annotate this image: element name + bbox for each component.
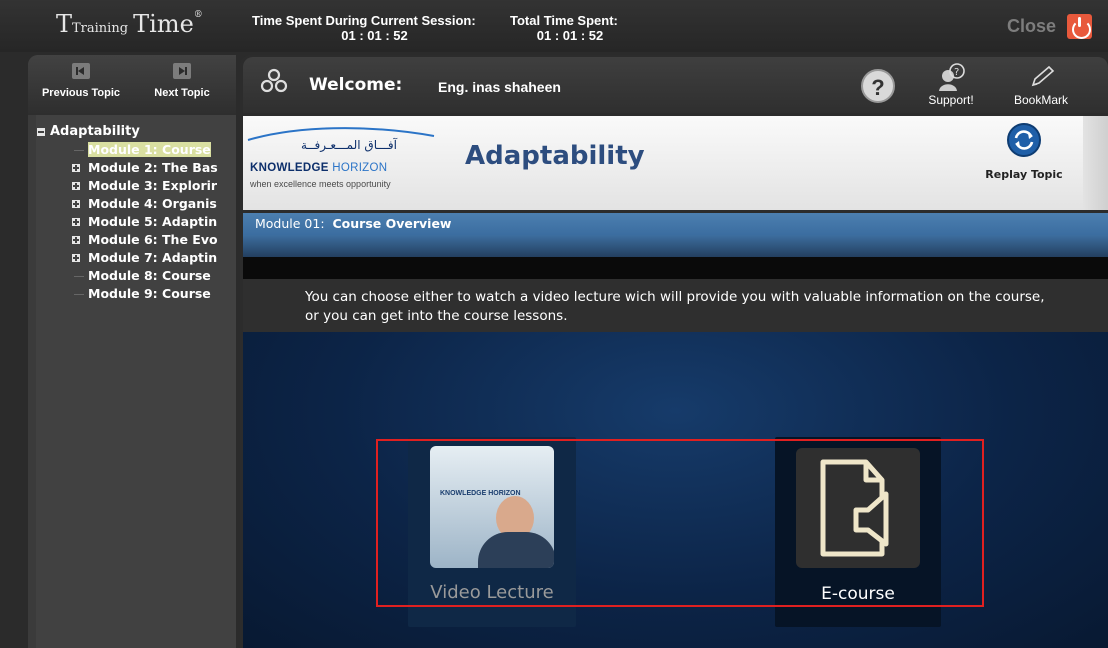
tree-item-module-4[interactable]: Module 4: Organis <box>36 195 236 213</box>
expand-icon[interactable] <box>72 236 80 244</box>
logo-time-text: Time <box>133 10 194 38</box>
knowledge-horizon-logo: آفـــاق المـــعـرفــة KNOWLEDGE HORIZON … <box>246 124 436 196</box>
logo-training-text: Training <box>72 21 129 36</box>
pencil-icon <box>1031 65 1055 87</box>
welcome-bar: Welcome: Eng. inas shaheen ? ? Support! … <box>243 57 1108 113</box>
support-icon: ? <box>939 63 965 91</box>
users-icon <box>260 68 288 93</box>
intro-text: You can choose either to watch a video l… <box>243 279 1108 332</box>
tree-item-label: Module 2: The Bas <box>88 160 218 175</box>
close-button[interactable]: Close <box>990 10 1100 44</box>
expand-icon[interactable] <box>72 200 80 208</box>
total-time-timer: Total Time Spent: 01 : 01 : 52 <box>510 13 630 43</box>
top-bar: TTraining Time® Time Spent During Curren… <box>0 0 1108 52</box>
current-session-value: 01 : 01 : 52 <box>341 28 408 43</box>
tree-item-label: Module 7: Adaptin <box>88 250 218 265</box>
replay-icon <box>1007 123 1041 157</box>
logo-tagline: when excellence meets opportunity <box>250 179 391 189</box>
welcome-label: Welcome: <box>309 75 403 95</box>
tree-item-module-6[interactable]: Module 6: The Evo <box>36 231 236 249</box>
training-time-logo: TTraining Time® <box>56 10 203 38</box>
user-name: Eng. inas shaheen <box>438 79 561 95</box>
module-name: Course Overview <box>332 216 452 231</box>
tree-item-label: Module 3: Explorir <box>88 178 218 193</box>
topic-tree: Adaptability Module 1: Course Module 2: T… <box>36 115 236 648</box>
tree-item-module-7[interactable]: Module 7: Adaptin <box>36 249 236 267</box>
expand-icon[interactable] <box>72 218 80 226</box>
current-session-timer: Time Spent During Current Session: 01 : … <box>252 13 497 43</box>
logo-reg-mark: ® <box>193 10 203 20</box>
tree-item-label: Module 6: The Evo <box>88 232 218 247</box>
previous-topic-label: Previous Topic <box>41 87 121 99</box>
tree-item-label: Module 9: Course <box>88 286 211 301</box>
total-time-value: 01 : 01 : 52 <box>536 28 604 43</box>
tree-item-module-8[interactable]: Module 8: Course <box>36 267 236 285</box>
expand-icon[interactable] <box>72 164 80 172</box>
tree-item-module-5[interactable]: Module 5: Adaptin <box>36 213 236 231</box>
tree-item-module-3[interactable]: Module 3: Explorir <box>36 177 236 195</box>
tree-item-module-9[interactable]: Module 9: Course <box>36 285 236 303</box>
module-bar: Module 01: Course Overview <box>243 213 1108 235</box>
svg-text:?: ? <box>954 67 959 78</box>
tree-item-module-2[interactable]: Module 2: The Bas <box>36 159 236 177</box>
close-label: Close <box>1007 16 1057 36</box>
logo-name-light: HORIZON <box>332 162 388 174</box>
bookmark-button[interactable]: BookMark <box>1009 63 1073 111</box>
support-label: Support! <box>928 93 974 107</box>
tree-item-module-1[interactable]: Module 1: Course <box>36 141 236 159</box>
course-title: Adaptability <box>465 141 645 171</box>
expand-icon[interactable] <box>72 182 80 190</box>
logo-name-bold: KNOWLEDGE <box>250 162 329 174</box>
tree-item-label: Module 4: Organis <box>88 196 217 211</box>
module-prefix: Module 01: <box>255 216 325 231</box>
tree-root-label: Adaptability <box>50 124 140 139</box>
previous-topic-button[interactable]: Previous Topic <box>36 63 126 111</box>
logo-arabic-text: آفـــاق المـــعـرفــة <box>301 138 397 152</box>
help-button[interactable]: ? <box>861 69 895 103</box>
next-topic-button[interactable]: Next Topic <box>146 63 218 111</box>
current-session-label: Time Spent During Current Session: <box>252 13 476 28</box>
expand-icon[interactable] <box>72 254 80 262</box>
tree-root-adaptability[interactable]: Adaptability <box>36 123 236 141</box>
replay-topic-label: Replay Topic <box>985 168 1063 181</box>
tree-item-label: Module 1: Course <box>88 142 211 157</box>
replay-topic-button[interactable]: Replay Topic <box>979 122 1069 192</box>
total-time-label: Total Time Spent: <box>510 13 618 28</box>
module-bar-shadow <box>243 235 1108 257</box>
next-topic-icon <box>173 63 191 79</box>
next-topic-label: Next Topic <box>154 87 210 99</box>
support-button[interactable]: ? Support! <box>926 63 976 111</box>
content-top-strip <box>243 257 1108 279</box>
tree-item-label: Module 8: Course <box>88 268 211 283</box>
topic-navigation: Previous Topic Next Topic <box>28 55 236 115</box>
course-header: آفـــاق المـــعـرفــة KNOWLEDGE HORIZON … <box>243 116 1108 210</box>
bookmark-label: BookMark <box>1013 93 1069 107</box>
power-icon[interactable] <box>1067 14 1092 39</box>
collapse-icon[interactable] <box>37 128 45 136</box>
previous-topic-icon <box>72 63 90 79</box>
logo-name: KNOWLEDGE HORIZON <box>250 162 387 174</box>
module-list: Module 1: Course Module 2: The Bas Module … <box>36 141 236 303</box>
tree-item-label: Module 5: Adaptin <box>88 214 218 229</box>
selection-highlight-box <box>376 439 984 607</box>
header-edge <box>1083 116 1108 210</box>
